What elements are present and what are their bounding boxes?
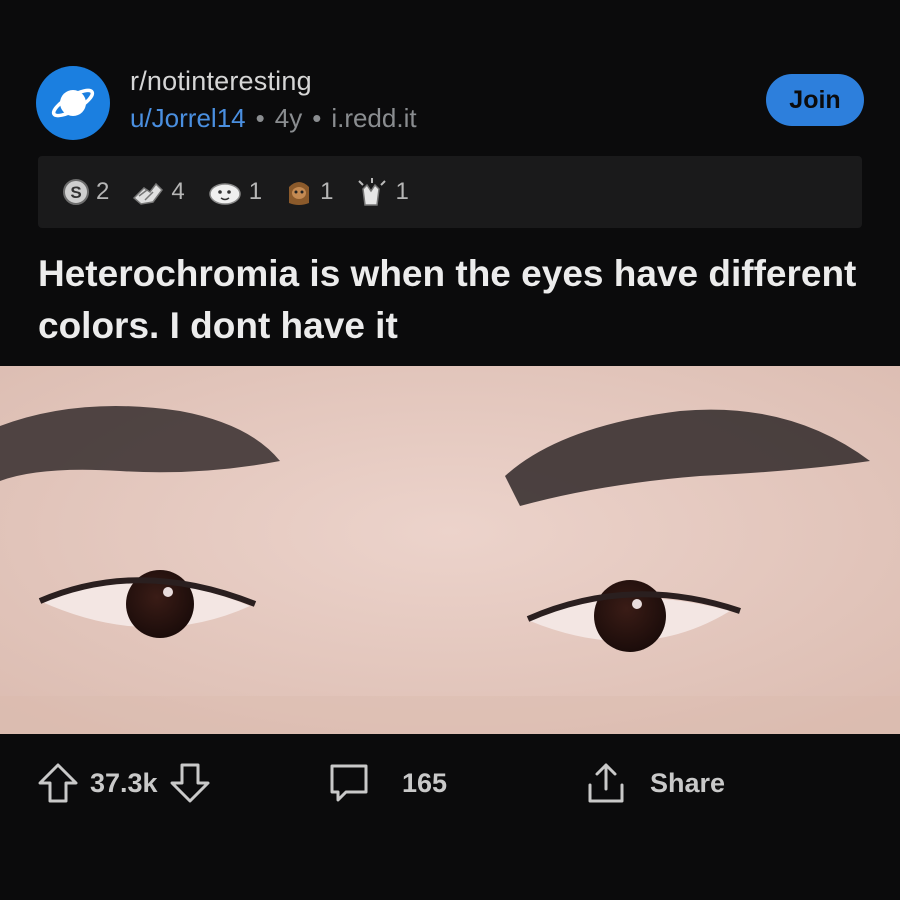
share-label: Share [650,767,726,798]
svg-text:S: S [70,183,81,202]
award-count: 1 [248,178,263,205]
award-silver-coin[interactable]: S 2 [62,178,109,206]
vote-group: 37.3k [36,748,212,818]
vote-count: 37.3k [90,767,158,798]
helpful-hands-award-icon [133,182,164,205]
upvote-arrow-icon[interactable] [36,761,80,805]
clapping-hands-award-icon [358,178,387,206]
share-icon [588,763,624,803]
post-title[interactable]: Heterochromia is when the eyes have diff… [38,248,868,352]
awards-bar[interactable]: S 2 4 1 1 1 [38,156,862,228]
share-button[interactable]: Share [584,748,725,818]
post-header: r/notinteresting u/Jorrel14 • 4y • i.red… [36,62,864,142]
comment-bubble-icon [330,764,368,802]
wholesome-seal-award-icon [208,183,241,205]
join-button[interactable]: Join [766,74,864,126]
award-count: 4 [171,178,185,205]
post-image[interactable] [0,366,900,734]
separator-dot: • [312,103,322,133]
downvote-arrow-icon[interactable] [168,761,212,805]
author-username[interactable]: u/Jorrel14 [130,103,246,134]
award-wholesome-seal[interactable]: 1 [207,178,262,206]
subreddit-avatar[interactable] [36,66,110,140]
ewok-bear-award-icon [289,182,310,205]
comments-button[interactable]: 165 [326,748,447,818]
award-clapping[interactable]: 1 [355,177,409,207]
comment-count: 165 [402,767,448,798]
award-count: 1 [320,178,334,205]
post-age: 4y [274,103,303,133]
award-count: 1 [395,178,409,205]
subreddit-name[interactable]: r/notinteresting [130,66,417,97]
post-actions-bar: 37.3k 165 Share [0,748,900,818]
award-ewok[interactable]: 1 [284,177,333,207]
post-source[interactable]: i.redd.it [331,103,416,134]
separator-dot: • [255,103,265,133]
eyes-closeup-image [0,366,900,734]
award-helpful[interactable]: 4 [131,178,185,206]
silver-coin-award-icon: S [63,179,89,205]
planet-icon [51,88,95,118]
award-count: 2 [96,178,110,205]
